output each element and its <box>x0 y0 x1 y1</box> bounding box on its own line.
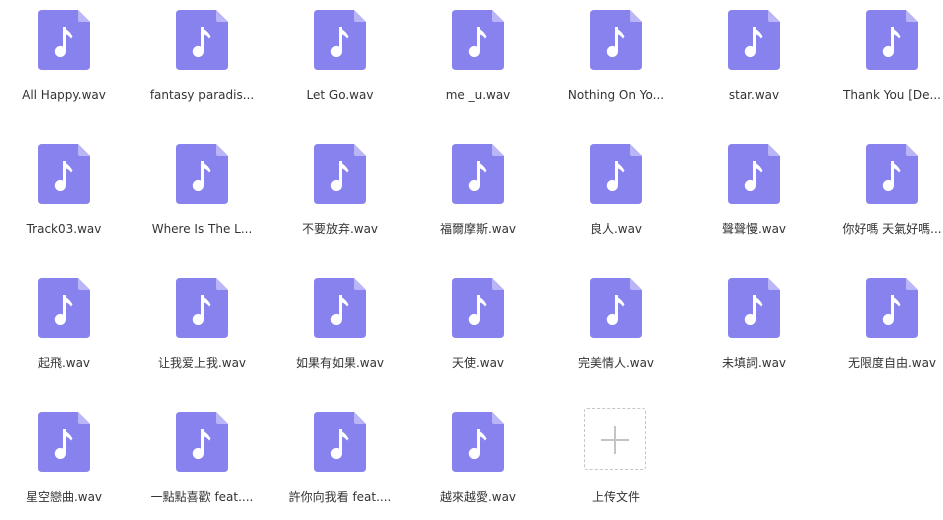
audio-file-icon <box>452 10 504 70</box>
file-item-yi-dian-dian-xi-huan[interactable]: 一點點喜歡 feat.... <box>138 402 266 520</box>
audio-file-icon <box>728 144 780 204</box>
file-name: 你好嗎 天氣好嗎... <box>842 222 942 236</box>
file-item-qi-fei[interactable]: 起飛.wav <box>0 268 128 386</box>
file-item-fantasy-paradise[interactable]: fantasy paradis... <box>138 0 266 118</box>
file-name: 聲聲慢.wav <box>721 222 787 236</box>
file-item-ni-hao-ma[interactable]: 你好嗎 天氣好嗎... <box>828 134 943 252</box>
file-item-tian-shi[interactable]: 天使.wav <box>414 268 542 386</box>
file-item-me-u[interactable]: me _u.wav <box>414 0 542 118</box>
audio-file-icon <box>590 144 642 204</box>
file-name: 让我爱上我.wav <box>157 356 247 370</box>
file-name: Thank You [De... <box>843 88 941 102</box>
file-name: 起飛.wav <box>37 356 91 370</box>
upload-dropzone[interactable] <box>584 408 646 470</box>
audio-file-icon <box>866 278 918 338</box>
file-item-wei-tian-ci[interactable]: 未填詞.wav <box>690 268 818 386</box>
file-name: Let Go.wav <box>306 88 374 102</box>
file-item-ru-guo-you-ru-guo[interactable]: 如果有如果.wav <box>276 268 404 386</box>
file-item-xu-ni-xiang-wo-kan[interactable]: 許你向我看 feat.... <box>276 402 404 520</box>
audio-file-icon <box>38 10 90 70</box>
audio-file-icon <box>590 10 642 70</box>
file-item-all-happy[interactable]: All Happy.wav <box>0 0 128 118</box>
audio-file-icon <box>314 144 366 204</box>
file-item-liang-ren[interactable]: 良人.wav <box>552 134 680 252</box>
file-item-fu-er-mo-si[interactable]: 福爾摩斯.wav <box>414 134 542 252</box>
file-name: Track03.wav <box>26 222 102 236</box>
audio-file-icon <box>452 144 504 204</box>
file-name: fantasy paradis... <box>149 88 255 102</box>
file-item-let-go[interactable]: Let Go.wav <box>276 0 404 118</box>
audio-file-icon <box>728 278 780 338</box>
file-item-rang-wo-ai-shang-wo[interactable]: 让我爱上我.wav <box>138 268 266 386</box>
file-name: 越來越愛.wav <box>439 490 517 504</box>
audio-file-icon <box>452 278 504 338</box>
file-name: me _u.wav <box>445 88 511 102</box>
audio-file-icon <box>590 278 642 338</box>
file-item-track03[interactable]: Track03.wav <box>0 134 128 252</box>
file-name: 天使.wav <box>451 356 505 370</box>
file-name: 未填詞.wav <box>721 356 787 370</box>
audio-file-icon <box>314 10 366 70</box>
file-item-nothing-on-you[interactable]: Nothing On Yo... <box>552 0 680 118</box>
audio-file-icon <box>176 144 228 204</box>
upload-file-button[interactable]: 上传文件 <box>552 402 680 520</box>
upload-label: 上传文件 <box>591 490 640 504</box>
file-item-thank-you[interactable]: Thank You [De... <box>828 0 943 118</box>
file-name: 完美情人.wav <box>577 356 655 370</box>
file-name: Nothing On Yo... <box>567 88 665 102</box>
audio-file-icon <box>728 10 780 70</box>
file-name: All Happy.wav <box>22 88 106 102</box>
file-name: 星空戀曲.wav <box>25 490 103 504</box>
audio-file-icon <box>38 278 90 338</box>
file-name: Where Is The L... <box>151 222 253 236</box>
file-name: 福爾摩斯.wav <box>439 222 517 236</box>
file-item-wu-xian-du-zi-you[interactable]: 无限度自由.wav <box>828 268 943 386</box>
file-name: 无限度自由.wav <box>847 356 937 370</box>
file-item-star[interactable]: star.wav <box>690 0 818 118</box>
file-name: 許你向我看 feat.... <box>288 490 392 504</box>
audio-file-icon <box>176 278 228 338</box>
file-item-xing-kong-lian-qu[interactable]: 星空戀曲.wav <box>0 402 128 520</box>
file-item-wan-mei-qing-ren[interactable]: 完美情人.wav <box>552 268 680 386</box>
audio-file-icon <box>866 10 918 70</box>
file-name: 如果有如果.wav <box>295 356 385 370</box>
audio-file-icon <box>452 412 504 472</box>
audio-file-icon <box>38 412 90 472</box>
file-name: 不要放弃.wav <box>301 222 379 236</box>
file-item-bu-yao-fang-qi[interactable]: 不要放弃.wav <box>276 134 404 252</box>
file-name: 一點點喜歡 feat.... <box>150 490 254 504</box>
file-item-sheng-sheng-man[interactable]: 聲聲慢.wav <box>690 134 818 252</box>
audio-file-icon <box>176 412 228 472</box>
audio-file-icon <box>314 278 366 338</box>
file-name: star.wav <box>728 88 780 102</box>
file-name: 良人.wav <box>589 222 643 236</box>
file-item-yue-lai-yue-ai[interactable]: 越來越愛.wav <box>414 402 542 520</box>
audio-file-icon <box>176 10 228 70</box>
audio-file-icon <box>866 144 918 204</box>
audio-file-icon <box>38 144 90 204</box>
file-item-where-is-the-love[interactable]: Where Is The L... <box>138 134 266 252</box>
file-grid: All Happy.wav fantasy paradis... Let Go.… <box>0 0 943 519</box>
plus-icon <box>614 426 616 454</box>
audio-file-icon <box>314 412 366 472</box>
